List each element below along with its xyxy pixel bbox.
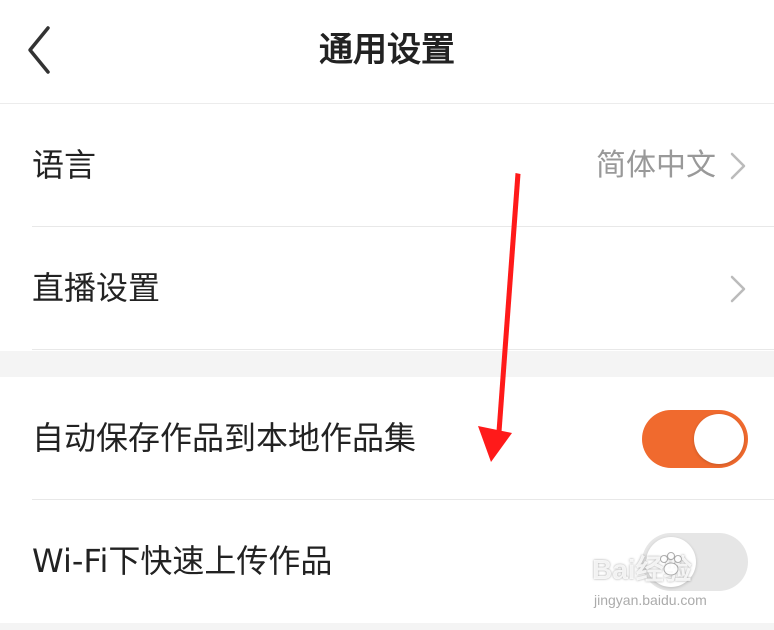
settings-row-wifi-upload: Wi-Fi下快速上传作品 bbox=[0, 500, 774, 623]
wifi-upload-label: Wi-Fi下快速上传作品 bbox=[32, 542, 333, 580]
language-label: 语言 bbox=[32, 146, 97, 184]
live-settings-label: 直播设置 bbox=[32, 269, 161, 307]
toggle-knob bbox=[694, 414, 744, 464]
settings-group-works: 自动保存作品到本地作品集 Wi-Fi下快速上传作品 bbox=[0, 377, 774, 623]
row-divider bbox=[32, 349, 774, 350]
language-value: 简体中文 bbox=[596, 148, 716, 183]
wifi-upload-toggle[interactable] bbox=[642, 533, 748, 591]
page-title: 通用设置 bbox=[319, 30, 455, 70]
toggle-knob bbox=[646, 537, 696, 587]
chevron-right-icon bbox=[728, 151, 748, 181]
chevron-right-icon bbox=[728, 274, 748, 304]
auto-save-label: 自动保存作品到本地作品集 bbox=[32, 419, 417, 457]
settings-row-live[interactable]: 直播设置 bbox=[0, 227, 774, 350]
auto-save-toggle[interactable] bbox=[642, 410, 748, 468]
settings-row-language[interactable]: 语言 简体中文 bbox=[0, 104, 774, 227]
settings-group-general: 语言 简体中文 直播设置 bbox=[0, 104, 774, 351]
settings-row-auto-save: 自动保存作品到本地作品集 bbox=[0, 377, 774, 500]
navigation-bar: 通用设置 bbox=[0, 0, 774, 104]
